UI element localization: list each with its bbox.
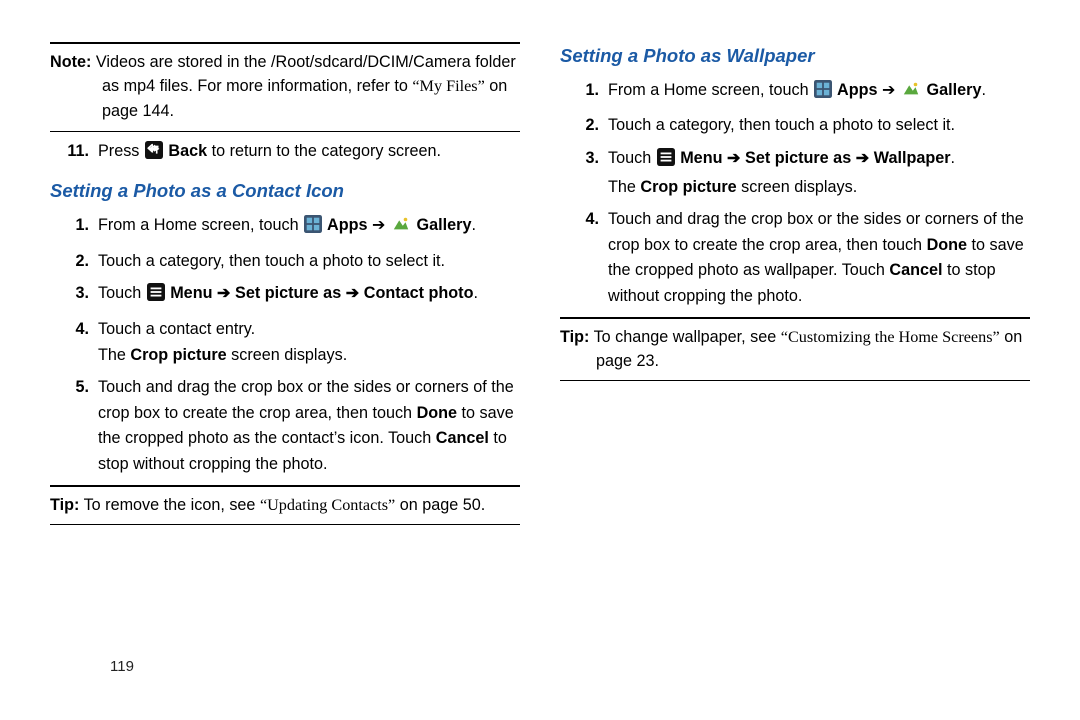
step-number: 5. — [50, 375, 98, 477]
right-column: Setting a Photo as Wallpaper 1. From a H… — [560, 42, 1030, 532]
tip-label: Tip: — [560, 328, 589, 346]
menu-icon — [657, 148, 675, 175]
apps-icon — [304, 215, 322, 242]
list-item: 1. From a Home screen, touch Apps ➔ Gall… — [560, 78, 1030, 107]
menu-icon — [147, 283, 165, 310]
tip-block: Tip: To remove the icon, see “Updating C… — [50, 493, 520, 517]
step-number: 4. — [50, 317, 98, 368]
step-body: Touch and drag the crop box or the sides… — [608, 207, 1030, 309]
step-number: 11. — [50, 139, 98, 168]
divider — [560, 380, 1030, 381]
step-number: 1. — [560, 78, 608, 107]
divider — [50, 485, 520, 487]
step-body: From a Home screen, touch Apps ➔ Gallery… — [608, 78, 1030, 107]
step-number: 3. — [50, 281, 98, 310]
step-body: Touch a contact entry. The Crop picture … — [98, 317, 520, 368]
step-body: From a Home screen, touch Apps ➔ Gallery… — [98, 213, 520, 242]
note-quote: “My Files” — [412, 77, 484, 95]
divider — [50, 524, 520, 525]
step-body: Press Back to return to the category scr… — [98, 139, 520, 168]
step-number: 2. — [50, 249, 98, 275]
list-item: 3. Touch Menu ➔ Set picture as ➔ Contact… — [50, 281, 520, 310]
list-item: 3. Touch Menu ➔ Set picture as ➔ Wallpap… — [560, 146, 1030, 200]
tip-label: Tip: — [50, 496, 79, 514]
section-heading: Setting a Photo as a Contact Icon — [50, 177, 520, 205]
apps-icon — [814, 80, 832, 107]
gallery-icon — [901, 80, 921, 107]
list-item: 11. Press Back to return to the category… — [50, 139, 520, 168]
section-heading: Setting a Photo as Wallpaper — [560, 42, 1030, 70]
list-item: 2. Touch a category, then touch a photo … — [50, 249, 520, 275]
note-block: Note: Videos are stored in the /Root/sdc… — [50, 50, 520, 123]
step-number: 2. — [560, 113, 608, 139]
step-body: Touch Menu ➔ Set picture as ➔ Contact ph… — [98, 281, 520, 310]
left-column: Note: Videos are stored in the /Root/sdc… — [50, 42, 520, 532]
list-item: 4. Touch and drag the crop box or the si… — [560, 207, 1030, 309]
list-item: 1. From a Home screen, touch Apps ➔ Gall… — [50, 213, 520, 242]
step-number: 3. — [560, 146, 608, 200]
page-number: 119 — [110, 656, 134, 679]
step-body: Touch a category, then touch a photo to … — [608, 113, 1030, 139]
step-body: Touch Menu ➔ Set picture as ➔ Wallpaper.… — [608, 146, 1030, 200]
list-item: 4. Touch a contact entry. The Crop pictu… — [50, 317, 520, 368]
divider — [50, 131, 520, 132]
step-body: Touch and drag the crop box or the sides… — [98, 375, 520, 477]
step-number: 1. — [50, 213, 98, 242]
step-body: Touch a category, then touch a photo to … — [98, 249, 520, 275]
gallery-icon — [391, 215, 411, 242]
note-label: Note: — [50, 53, 91, 71]
tip-block: Tip: To change wallpaper, see “Customizi… — [560, 325, 1030, 374]
step-number: 4. — [560, 207, 608, 309]
divider — [50, 42, 520, 44]
back-icon — [145, 141, 163, 168]
list-item: 2. Touch a category, then touch a photo … — [560, 113, 1030, 139]
list-item: 5. Touch and drag the crop box or the si… — [50, 375, 520, 477]
divider — [560, 317, 1030, 319]
